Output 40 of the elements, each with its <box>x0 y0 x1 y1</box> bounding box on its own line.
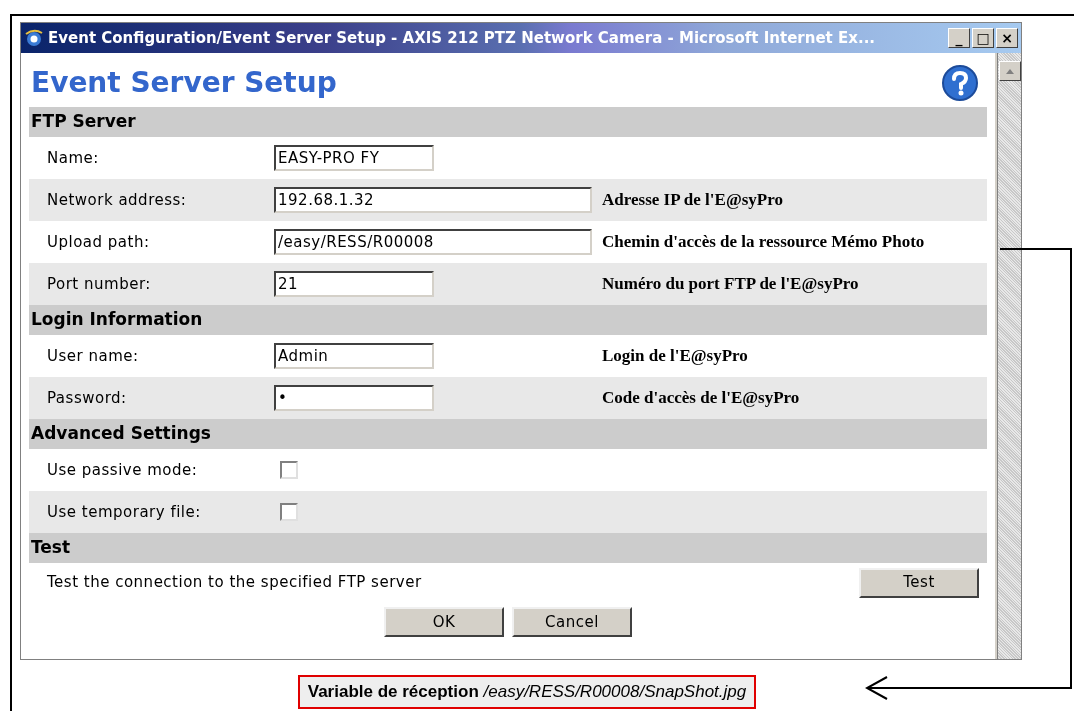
section-header: Test <box>31 536 71 560</box>
window-title: Event Configuration/Event Server Setup - AXIS 212 PTZ Network Camera - Microsoft Internet Ex... <box>48 27 877 49</box>
section-header: FTP Server <box>31 110 136 134</box>
field-label: Use passive mode: <box>46 459 199 481</box>
field-label: User name: <box>46 345 140 367</box>
ok-button[interactable]: OK <box>384 607 504 637</box>
annotation-note: Code d'accès de l'E@syPro <box>602 387 800 410</box>
scroll-up-button[interactable] <box>998 61 1021 81</box>
cancel-button[interactable]: Cancel <box>512 607 632 637</box>
minimize-button[interactable]: _ <box>948 28 970 48</box>
browser-logo-icon <box>24 28 44 48</box>
checkbox[interactable] <box>280 503 298 521</box>
help-icon[interactable] <box>941 64 979 102</box>
test-button[interactable]: Test <box>859 567 979 598</box>
input-field[interactable]: Admin <box>274 343 434 369</box>
caption: Variable de réception /easy/RESS/R00008/SnapShot.jpg <box>297 675 757 709</box>
input-field[interactable]: 21 <box>274 271 434 297</box>
input-field[interactable]: /easy/RESS/R00008 <box>274 229 592 255</box>
scrollbar[interactable] <box>997 53 1021 659</box>
input-field[interactable]: • <box>274 385 434 411</box>
annotation-note: Adresse IP de l'E@syPro <box>602 189 783 212</box>
section-header: Advanced Settings <box>31 422 211 446</box>
field-label: Test the connection to the specified FTP server <box>46 572 423 594</box>
checkbox[interactable] <box>280 461 298 479</box>
annotation-note: Chemin d'accès de la ressource Mémo Photo <box>602 231 925 254</box>
input-field[interactable]: 192.68.1.32 <box>274 187 592 213</box>
field-label: Name: <box>46 147 100 169</box>
field-label: Password: <box>46 387 128 409</box>
field-label: Use temporary file: <box>46 501 202 523</box>
input-field[interactable]: EASY-PRO FY <box>274 145 434 171</box>
close-button[interactable]: × <box>996 28 1018 48</box>
up-arrow-icon <box>1005 68 1014 74</box>
field-label: Port number: <box>46 273 152 295</box>
field-label: Network address: <box>46 189 188 211</box>
section-header: Login Information <box>31 308 203 332</box>
annotation-note: Numéro du port FTP de l'E@syPro <box>602 273 859 296</box>
field-label: Upload path: <box>46 231 151 253</box>
annotation-note: Login de l'E@syPro <box>602 345 748 368</box>
page-title: Event Server Setup <box>31 65 337 101</box>
maximize-button[interactable]: □ <box>972 28 994 48</box>
